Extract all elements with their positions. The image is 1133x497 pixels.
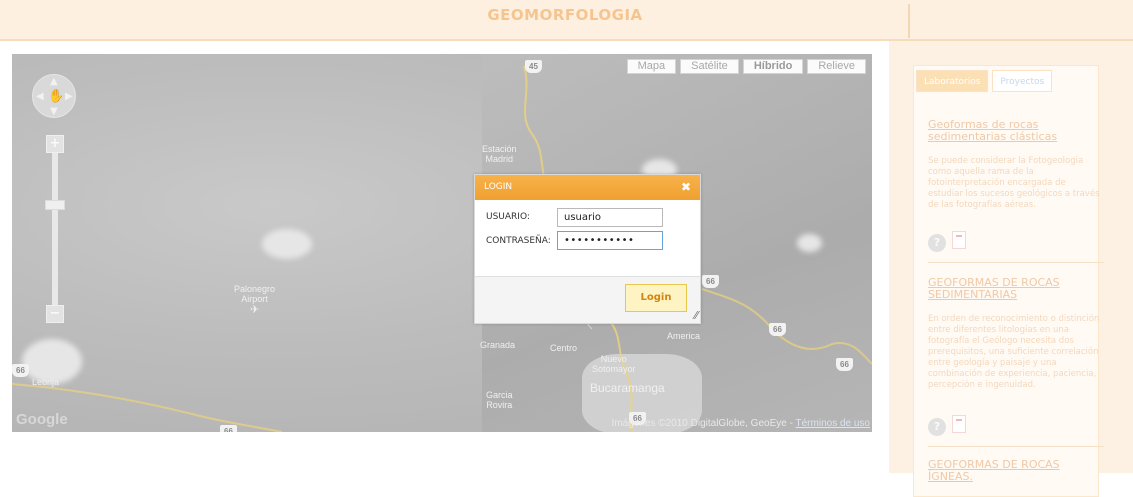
- resize-grip-icon[interactable]: ⁄⁄: [694, 310, 698, 321]
- lab-title-1[interactable]: Geoformas de rocas sedimentarias clástic…: [928, 119, 1088, 143]
- route-shield: 66: [12, 364, 29, 377]
- route-shield: 66: [220, 425, 237, 432]
- zoom-slider-track[interactable]: [52, 153, 58, 311]
- map-label-palonegro: Palonegro Airport: [234, 284, 276, 304]
- sidebar-tabs: Laboratorios Proyectos: [916, 70, 1056, 92]
- username-field[interactable]: usuario: [557, 208, 663, 227]
- map-label-lebrija: Lebrija: [32, 377, 60, 387]
- airport-icon: ✈: [250, 304, 260, 316]
- login-button[interactable]: Login: [625, 284, 687, 312]
- map-label-bucaramanga: Bucaramanga: [590, 381, 665, 395]
- password-field[interactable]: •••••••••••: [557, 231, 663, 250]
- lab-desc-2: En orden de reconocimiento o distinción …: [928, 314, 1100, 390]
- map-type-bar: Mapa Satélite Híbrido Relieve: [623, 59, 866, 74]
- page-header: GEOMORFOLOGIA: [0, 0, 1133, 41]
- sidebar: Laboratorios Proyectos Geoformas de roca…: [889, 41, 1133, 497]
- map-label-estacion: Estación Madrid: [482, 144, 517, 164]
- lab-title-3[interactable]: GEOFORMAS DE ROCAS ÍGNEAS.: [928, 459, 1108, 483]
- pan-control[interactable]: ▲ ▼ ◀ ▶ ✋: [32, 74, 76, 118]
- close-icon[interactable]: ✖: [681, 180, 691, 194]
- login-dialog-header[interactable]: LOGIN: [475, 175, 700, 200]
- lab-title-2[interactable]: GEOFORMAS DE ROCAS SEDIMENTARIAS: [928, 277, 1078, 301]
- route-shield: 66: [769, 323, 786, 336]
- hand-icon: ✋: [48, 89, 65, 104]
- map-viewport[interactable]: Mapa Satélite Híbrido Relieve ▲ ▼ ◀ ▶ ✋ …: [12, 54, 872, 432]
- help-icon[interactable]: ?: [928, 234, 946, 252]
- zoom-out-button[interactable]: −: [46, 305, 64, 323]
- zoom-in-button[interactable]: +: [46, 135, 64, 153]
- google-logo: Google: [16, 411, 68, 428]
- map-roads: [12, 65, 872, 432]
- pan-up-icon[interactable]: ▲: [50, 77, 58, 87]
- route-shield: 66: [836, 358, 853, 371]
- route-shield: 45: [525, 60, 542, 73]
- map-type-satelite-button[interactable]: Satélite: [680, 59, 739, 74]
- help-icon[interactable]: ?: [928, 418, 946, 436]
- password-label: CONTRASEÑA:: [486, 236, 551, 246]
- pan-right-icon[interactable]: ▶: [65, 92, 73, 102]
- login-dialog: LOGIN ✖ USUARIO: usuario CONTRASEÑA: •••…: [474, 174, 701, 324]
- login-dialog-title: LOGIN: [484, 182, 513, 192]
- sidebar-panel: Laboratorios Proyectos Geoformas de roca…: [913, 65, 1104, 497]
- attribution-text: Imágenes ©2010 DigitalGlobe, GeoEye -: [611, 418, 796, 429]
- username-label: USUARIO:: [486, 212, 530, 222]
- map-label-centro: Centro: [550, 343, 578, 353]
- map-label-garcia-rovira: Garcia Rovira: [486, 390, 513, 410]
- divider: [928, 262, 1104, 263]
- pdf-icon[interactable]: [952, 231, 966, 249]
- map-label-america: America: [667, 331, 701, 341]
- login-form: USUARIO: usuario CONTRASEÑA: •••••••••••: [475, 200, 700, 277]
- map-label-granada: Granada: [480, 340, 516, 350]
- pan-left-icon[interactable]: ◀: [36, 92, 44, 102]
- map-type-relieve-button[interactable]: Relieve: [807, 59, 866, 74]
- site-title: GEOMORFOLOGIA: [487, 6, 643, 24]
- terms-link[interactable]: Términos de uso: [796, 418, 870, 429]
- tab-proyectos[interactable]: Proyectos: [992, 70, 1053, 92]
- pdf-icon[interactable]: [952, 415, 966, 433]
- pan-down-icon[interactable]: ▼: [50, 107, 58, 117]
- route-shield: 66: [702, 275, 719, 288]
- divider: [928, 446, 1104, 447]
- map-type-mapa-button[interactable]: Mapa: [626, 59, 677, 74]
- lab-desc-1: Se puede considerar la Fotogeologia como…: [928, 156, 1100, 210]
- map-type-hibrido-button[interactable]: Híbrido: [742, 59, 804, 74]
- zoom-slider-handle[interactable]: [45, 200, 65, 210]
- header-divider: [908, 4, 910, 38]
- map-attribution: Imágenes ©2010 DigitalGlobe, GeoEye - Té…: [612, 418, 870, 429]
- map-label-nuevo-sotomayor: Nuevo Sotomayor: [592, 354, 636, 374]
- tab-laboratorios[interactable]: Laboratorios: [916, 70, 989, 92]
